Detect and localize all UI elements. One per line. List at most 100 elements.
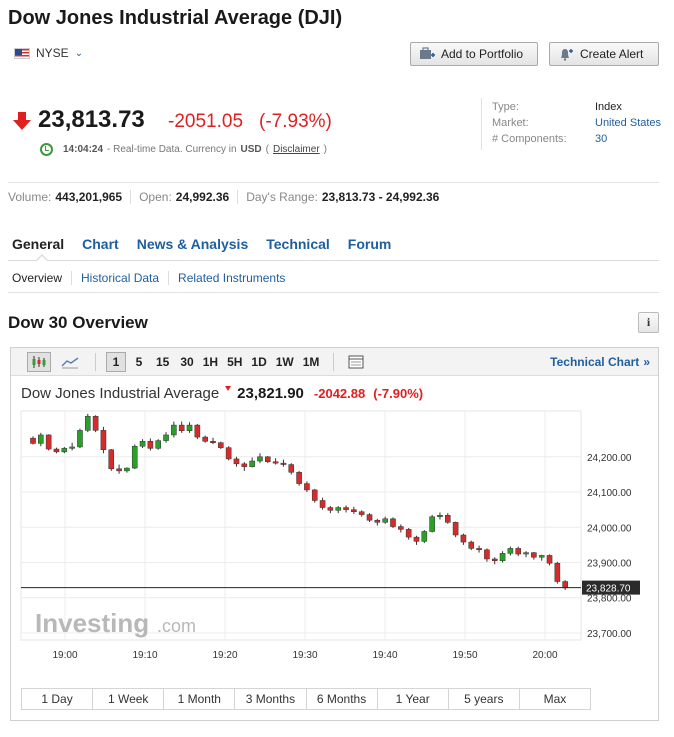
market-link[interactable]: United States [595,115,674,131]
candle [554,562,561,582]
meta-labels: Type: Market: # Components: [492,101,567,145]
candle [77,430,83,448]
candle [304,483,310,491]
candle [38,434,44,444]
range-3-months[interactable]: 3 Months [234,689,305,709]
portfolio-add-icon [419,47,435,61]
candle [53,448,60,453]
interval-5-button[interactable]: 5 [129,352,149,372]
investing-watermark-suffix: .com [157,616,196,636]
candlestick-type-button[interactable] [27,351,51,372]
candle [202,436,208,442]
candle [398,526,404,530]
candle [405,529,412,538]
candle [523,552,529,555]
table-icon [348,355,364,368]
candle [358,511,365,515]
candle [264,456,271,462]
divider [8,182,659,183]
subtab-historical-data[interactable]: Historical Data [71,271,168,285]
x-tick-label: 19:00 [52,650,77,661]
area-chart-icon [61,356,79,368]
technical-chart-link[interactable]: Technical Chart » [550,355,650,369]
x-tick-label: 19:10 [132,650,157,661]
tab-chart[interactable]: Chart [82,236,119,252]
candle [147,441,154,449]
exchange-selector[interactable]: NYSE ⌄ [14,46,83,60]
tab-general[interactable]: General [12,236,64,252]
candle [444,515,451,523]
x-tick-label: 20:00 [532,650,557,661]
quote-time: 14:04:24 [63,144,104,155]
interval-1h-button[interactable]: 1H [199,352,222,372]
interval-5h-button[interactable]: 5H [223,352,246,372]
tab-news-analysis[interactable]: News & Analysis [137,236,249,252]
candle [335,507,342,511]
down-arrow-icon [12,111,32,134]
interval-1-button[interactable]: 1 [106,351,126,372]
investing-watermark: Investing [35,608,149,638]
tab-technical[interactable]: Technical [266,236,330,252]
candle [30,437,36,444]
chart-header: Dow Jones Industrial Average 23,821.90 -… [21,385,423,402]
subtab-related-instruments[interactable]: Related Instruments [168,271,294,285]
chart-toolbar: 1 5 15 30 1H 5H 1D 1W 1M Technical Chart… [11,348,658,376]
interval-15-button[interactable]: 15 [152,352,173,372]
range-max[interactable]: Max [518,689,590,709]
range-6-months[interactable]: 6 Months [305,689,377,709]
candle [194,424,201,438]
main-tabs: General Chart News & Analysis Technical … [12,236,391,252]
range-1-year[interactable]: 1 Year [376,689,448,709]
interval-1w-button[interactable]: 1W [272,352,298,372]
tab-forum[interactable]: Forum [348,236,392,252]
x-tick-label: 19:30 [292,650,317,661]
candle [155,440,162,449]
interval-30-button[interactable]: 30 [176,352,197,372]
stats-line: Volume: 443,201,965 Open: 24,992.36 Day's … [8,190,440,204]
candlestick-chart[interactable]: 24,200.00 24,100.00 24,000.00 23,900.00 23,8… [11,408,658,670]
subtab-overview[interactable]: Overview [12,271,71,285]
interval-1m-button[interactable]: 1M [299,352,324,372]
candle [484,549,490,560]
interval-1d-button[interactable]: 1D [247,352,270,372]
candle [531,552,537,558]
candle [452,522,459,536]
components-link[interactable]: 30 [595,131,674,147]
candle [163,434,169,441]
candle [382,518,388,523]
candle [108,449,115,470]
create-alert-button[interactable]: Create Alert [549,42,659,66]
line-type-button[interactable] [57,352,83,372]
indicators-button[interactable] [344,352,368,372]
candle [233,458,240,465]
info-button[interactable]: i [638,312,659,333]
candle [562,581,568,589]
candle [280,462,287,465]
last-price: 23,813.73 [38,106,145,133]
add-to-portfolio-button[interactable]: Add to Portfolio [410,42,538,66]
range-selector: 1 Day 1 Week 1 Month 3 Months 6 Months 1… [21,688,591,710]
candle [476,548,482,551]
clock-icon [40,143,53,156]
candle [491,558,498,561]
candle [546,555,553,564]
disclaimer-link[interactable]: Disclaimer [273,144,320,155]
range-1-day[interactable]: 1 Day [22,689,92,709]
exchange-label: NYSE [36,46,69,60]
candle [515,548,522,555]
current-price-label: 23,828.70 [586,584,631,595]
candle [100,430,107,451]
candle [366,514,373,521]
candle [210,441,216,443]
range-1-week[interactable]: 1 Week [92,689,163,709]
candle [124,467,130,472]
range-1-month[interactable]: 1 Month [163,689,234,709]
y-tick-label: 24,200.00 [587,453,632,464]
range-5-years[interactable]: 5 years [447,689,519,709]
candle [116,468,122,472]
candlestick-icon [32,355,46,368]
candle [241,463,248,467]
x-tick-label: 19:20 [212,650,237,661]
y-tick-label: 23,700.00 [587,629,632,640]
candle [186,424,193,431]
